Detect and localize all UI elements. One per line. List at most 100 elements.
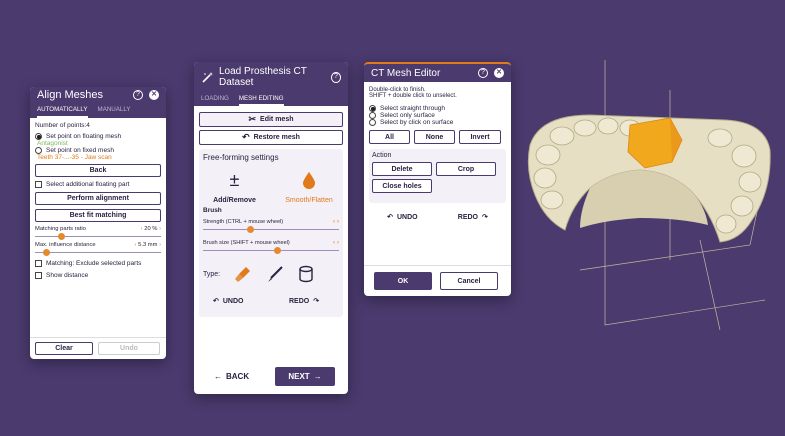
opt-click-label: Select by click on surface bbox=[380, 119, 454, 126]
size-slider-knob[interactable] bbox=[273, 246, 281, 254]
show-distance-label: Show distance bbox=[46, 272, 89, 279]
opt-surface[interactable]: Select only surface bbox=[369, 112, 506, 119]
prosthesis-redo-button[interactable]: REDO ↷ bbox=[289, 297, 320, 306]
additional-label: Select additional floating part bbox=[46, 181, 130, 188]
ct-redo-button[interactable]: REDO ↷ bbox=[457, 213, 488, 222]
close-icon[interactable]: ✕ bbox=[149, 90, 159, 100]
ratio-slider-knob[interactable] bbox=[57, 232, 65, 240]
radio-floating[interactable]: Set point on floating mesh bbox=[35, 133, 161, 140]
opt-click-dot[interactable] bbox=[369, 119, 376, 126]
paint-brush-icon[interactable] bbox=[234, 265, 252, 283]
prosthesis-back-button[interactable]: ← BACK bbox=[214, 372, 249, 381]
add-remove-label: Add/Remove bbox=[213, 197, 256, 204]
all-button[interactable]: All bbox=[369, 130, 410, 144]
smooth-tool[interactable]: Smooth/Flatten bbox=[277, 171, 341, 207]
strength-slider[interactable] bbox=[203, 225, 339, 233]
ct-titlebar: CT Mesh Editor ? ✕ bbox=[364, 64, 511, 82]
undo-button[interactable]: Undo bbox=[98, 342, 160, 355]
tab-mesh-editing[interactable]: MESH EDITING bbox=[238, 92, 284, 106]
strength-slider-knob[interactable] bbox=[246, 225, 254, 233]
exclude-checkbox[interactable] bbox=[35, 260, 42, 267]
checkbox-show-distance[interactable]: Show distance bbox=[35, 272, 161, 279]
select-buttons: All None Invert bbox=[369, 130, 506, 144]
best-fit-button[interactable]: Best fit matching bbox=[35, 209, 161, 222]
next-arrow-icon: → bbox=[313, 372, 322, 381]
prosthesis-panel: Load Prosthesis CT Dataset ? LOADING MES… bbox=[194, 62, 348, 394]
additional-checkbox[interactable] bbox=[35, 181, 42, 188]
redo-arrow-icon: ↷ bbox=[313, 298, 320, 305]
radio-fixed-label: Set point on fixed mesh bbox=[46, 147, 114, 154]
ct-help-icon[interactable]: ? bbox=[478, 68, 488, 78]
crop-button[interactable]: Crop bbox=[436, 162, 496, 176]
floating-value: Antagonist bbox=[37, 140, 68, 147]
checkbox-exclude[interactable]: Matching: Exclude selected parts bbox=[35, 260, 161, 267]
ratio-slider[interactable] bbox=[35, 232, 161, 240]
tab-manually[interactable]: MANUALLY bbox=[98, 103, 131, 118]
size-label: Brush size (SHIFT + mouse wheel) bbox=[203, 239, 290, 246]
opt-surface-dot[interactable] bbox=[369, 112, 376, 119]
show-distance-checkbox[interactable] bbox=[35, 272, 42, 279]
distance-slider-knob[interactable] bbox=[42, 248, 50, 256]
prosthesis-undo-button[interactable]: ↶ UNDO bbox=[213, 297, 244, 306]
cancel-button[interactable]: Cancel bbox=[440, 272, 498, 290]
help-icon[interactable]: ? bbox=[133, 90, 143, 100]
pen-brush-icon[interactable] bbox=[266, 265, 284, 283]
ct-close-icon[interactable]: ✕ bbox=[494, 68, 504, 78]
back-button[interactable]: Back bbox=[35, 164, 161, 177]
edit-mesh-label: Edit mesh bbox=[260, 116, 294, 123]
ok-button[interactable]: OK bbox=[374, 272, 432, 290]
next-button[interactable]: NEXT → bbox=[275, 367, 335, 386]
jaw-model-viewport[interactable] bbox=[520, 60, 782, 360]
distance-slider[interactable] bbox=[35, 248, 161, 256]
none-button[interactable]: None bbox=[414, 130, 455, 144]
ct-title: CT Mesh Editor bbox=[371, 67, 441, 79]
invert-button[interactable]: Invert bbox=[459, 130, 501, 144]
ct-undo-button[interactable]: ↶ UNDO bbox=[387, 213, 418, 222]
size-arrows-icon[interactable]: ‹ › bbox=[333, 239, 339, 246]
prosthesis-title: Load Prosthesis CT Dataset bbox=[219, 66, 307, 88]
size-slider[interactable] bbox=[203, 246, 339, 254]
strength-arrows-icon[interactable]: ‹ › bbox=[333, 218, 339, 225]
prosthesis-undo-label: UNDO bbox=[222, 297, 244, 305]
edit-mesh-button[interactable]: ✂ Edit mesh bbox=[199, 112, 343, 127]
prosthesis-back-label: BACK bbox=[226, 372, 250, 381]
ct-redo-label: REDO bbox=[457, 213, 479, 221]
wand-icon bbox=[201, 71, 214, 84]
add-remove-tool[interactable]: ± Add/Remove bbox=[207, 171, 262, 207]
size-row: Brush size (SHIFT + mouse wheel) ‹ › bbox=[203, 239, 339, 254]
type-label: Type: bbox=[203, 270, 221, 278]
ct-mesh-editor-panel: CT Mesh Editor ? ✕ Double-click to finis… bbox=[364, 62, 511, 296]
opt-straight[interactable]: Select straight through bbox=[369, 105, 506, 112]
radio-floating-dot[interactable] bbox=[35, 133, 42, 140]
opt-straight-label: Select straight through bbox=[380, 105, 446, 112]
close-holes-button[interactable]: Close holes bbox=[372, 179, 432, 193]
fixed-value: Teeth 37-...-35 - Jaw scan bbox=[37, 154, 112, 161]
radio-fixed[interactable]: Set point on fixed mesh bbox=[35, 147, 161, 154]
align-titlebar: Align Meshes ? ✕ bbox=[30, 87, 166, 103]
next-label: NEXT bbox=[288, 372, 310, 381]
prosthesis-titlebar: Load Prosthesis CT Dataset ? bbox=[194, 62, 348, 92]
perform-alignment-button[interactable]: Perform alignment bbox=[35, 192, 161, 205]
opt-click[interactable]: Select by click on surface bbox=[369, 119, 506, 126]
opt-straight-dot[interactable] bbox=[369, 105, 376, 112]
freeform-section: Free-forming settings ± Add/Remove Smoot… bbox=[199, 149, 343, 317]
drop-icon bbox=[303, 172, 315, 189]
tab-loading[interactable]: LOADING bbox=[201, 92, 229, 106]
checkbox-additional[interactable]: Select additional floating part bbox=[35, 181, 161, 188]
clear-button[interactable]: Clear bbox=[35, 342, 93, 355]
tab-automatically[interactable]: AUTOMATICALLY bbox=[37, 103, 88, 118]
back-arrow-icon: ← bbox=[214, 372, 222, 381]
align-title: Align Meshes bbox=[37, 89, 104, 101]
ct-undo-redo: ↶ UNDO REDO ↷ bbox=[369, 213, 506, 222]
action-label: Action bbox=[372, 152, 392, 159]
restore-mesh-button[interactable]: ↶ Restore mesh bbox=[199, 130, 343, 145]
ct-undo-label: UNDO bbox=[396, 213, 418, 221]
delete-button[interactable]: Delete bbox=[372, 162, 432, 176]
radio-fixed-dot[interactable] bbox=[35, 147, 42, 154]
opt-surface-label: Select only surface bbox=[380, 112, 435, 119]
prosthesis-help-icon[interactable]: ? bbox=[330, 71, 341, 83]
cylinder-icon[interactable] bbox=[298, 265, 314, 283]
restore-icon: ↶ bbox=[242, 132, 250, 142]
ct-undo-arrow-icon: ↶ bbox=[387, 214, 393, 221]
prosthesis-tabs: LOADING MESH EDITING bbox=[194, 92, 348, 106]
